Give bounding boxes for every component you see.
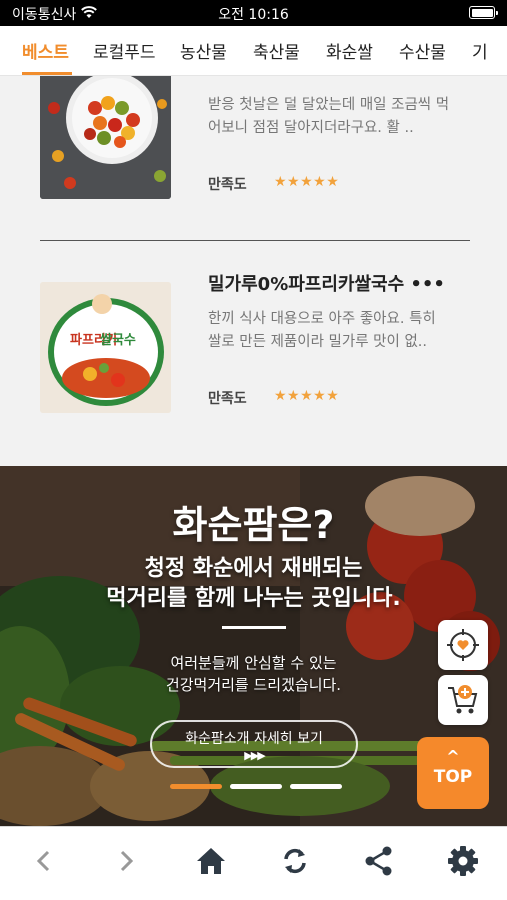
tab-other[interactable]: 기	[472, 38, 488, 63]
review-list: 받응 첫날은 덜 달았는데 매일 조금씩 먹 어보니 점점 달아지더라구요. 활…	[0, 76, 507, 466]
cherry-tomato-image	[40, 76, 171, 199]
star-rating: ★★★★★	[274, 174, 340, 190]
review-text: 한끼 식사 대용으로 아주 좋아요. 특히 쌀로 만든 제품이라 밀가루 맛이 …	[208, 311, 436, 350]
banner-description: 건강먹거리를 드리겠습니다.	[165, 676, 342, 694]
scroll-top-button[interactable]: ^ TOP	[417, 737, 489, 809]
target-heart-icon	[447, 629, 479, 661]
battery-icon	[469, 6, 498, 19]
top-label: TOP	[433, 767, 473, 787]
tab-hwasun-rice[interactable]: 화순쌀	[326, 38, 373, 63]
banner-divider	[222, 626, 286, 629]
about-detail-button[interactable]: 화순팜소개 자세히 보기 ▶▶▶	[150, 720, 358, 768]
triple-arrow-icon: ▶▶▶	[244, 749, 265, 762]
product-thumbnail[interactable]	[40, 76, 171, 199]
active-tab-indicator	[22, 72, 72, 75]
home-icon[interactable]	[193, 843, 229, 879]
settings-icon[interactable]	[445, 843, 481, 879]
caret-up-icon: ^	[446, 747, 460, 766]
review-card[interactable]: 파프리카 쌀국수 밀가루0%파프리카쌀국수 ••• 한끼 식사 대용으로 아주 …	[40, 266, 470, 416]
satisfaction-label: 만족도	[208, 177, 247, 193]
review-text: 받응 첫날은 덜 달았는데 매일 조금씩 먹 어보니 점점 달아지더라구요. 활…	[208, 97, 450, 136]
back-icon[interactable]	[26, 843, 62, 879]
tab-agriculture[interactable]: 농산물	[180, 38, 227, 63]
star-rating: ★★★★★	[274, 388, 340, 404]
forward-icon[interactable]	[108, 843, 144, 879]
product-thumbnail[interactable]: 파프리카 쌀국수	[40, 282, 171, 413]
category-tabs: 베스트 로컬푸드 농산물 축산물 화순쌀 수산물 기	[0, 26, 507, 76]
slide-dot[interactable]	[290, 784, 342, 789]
tab-best[interactable]: 베스트	[22, 38, 69, 63]
slide-indicator	[170, 784, 350, 790]
satisfaction-label: 만족도	[208, 391, 247, 407]
banner-subtitle: 청정 화순에서 재배되는	[144, 556, 363, 581]
banner-title: 화순팜은?	[172, 503, 335, 547]
slide-dot[interactable]	[230, 784, 282, 789]
cart-plus-icon	[448, 685, 478, 714]
target-button[interactable]	[438, 620, 488, 670]
review-title[interactable]: 밀가루0%파프리카쌀국수 •••	[208, 270, 445, 296]
about-detail-label: 화순팜소개 자세히 보기	[185, 731, 323, 747]
tab-seafood[interactable]: 수산물	[399, 38, 446, 63]
slide-dot-active[interactable]	[170, 784, 222, 789]
cart-add-button[interactable]	[438, 675, 488, 725]
tab-local-food[interactable]: 로컬푸드	[93, 38, 156, 63]
share-icon[interactable]	[361, 843, 397, 879]
review-card[interactable]: 받응 첫날은 덜 달았는데 매일 조금씩 먹 어보니 점점 달아지더라구요. 활…	[40, 76, 470, 206]
refresh-icon[interactable]	[277, 843, 313, 879]
banner-subtitle: 먹거리를 함께 나누는 곳입니다.	[106, 586, 401, 611]
bottom-navigation	[0, 826, 507, 900]
tab-livestock[interactable]: 축산물	[253, 38, 300, 63]
status-bar: 이동통신사 오전 10:16	[0, 0, 507, 26]
clock: 오전 10:16	[218, 7, 289, 23]
banner-description: 여러분들께 안심할 수 있는	[170, 654, 337, 672]
divider	[40, 240, 470, 241]
svg-text:쌀국수: 쌀국수	[100, 332, 136, 348]
noodle-cup-image: 파프리카 쌀국수	[40, 282, 171, 413]
